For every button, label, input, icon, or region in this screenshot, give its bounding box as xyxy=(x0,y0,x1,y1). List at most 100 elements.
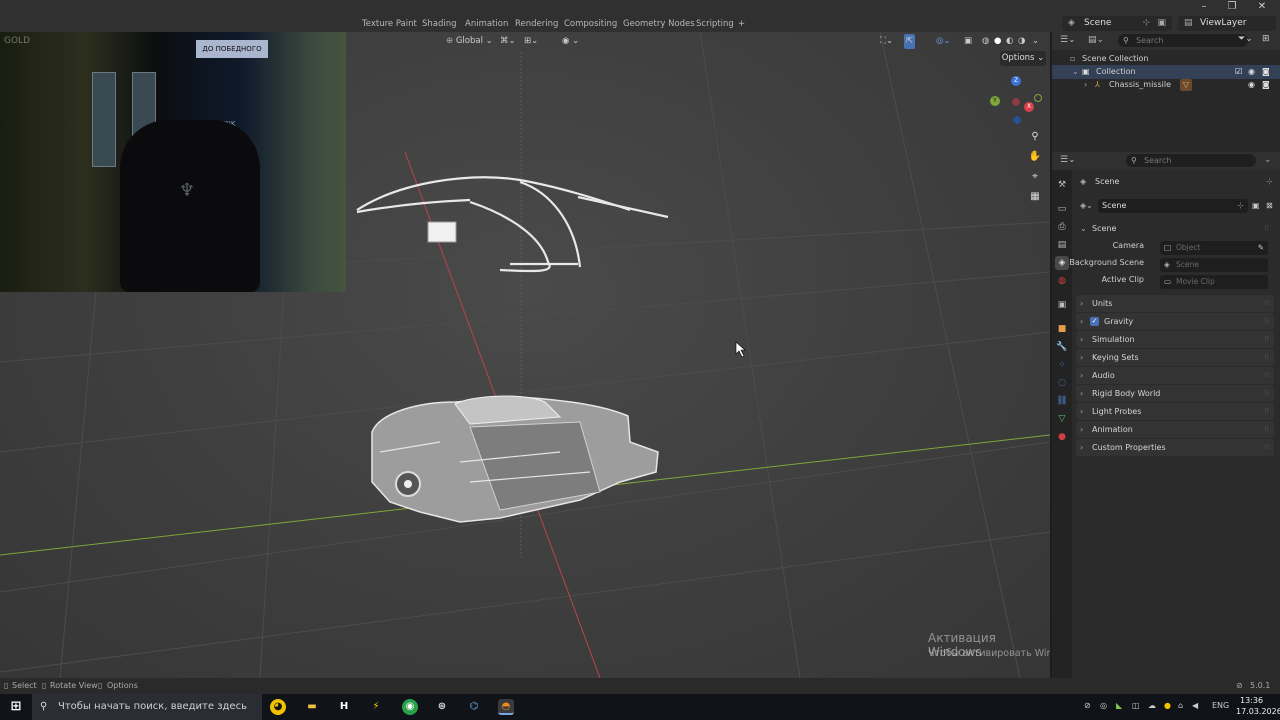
filter-icon[interactable]: ⏷⌄ xyxy=(1238,34,1253,44)
drag-handle-icon[interactable]: ⁞⁞ xyxy=(1265,367,1269,384)
new-collection-icon[interactable]: ⊞ xyxy=(1262,34,1270,44)
collection-tab-icon[interactable]: ▣ xyxy=(1055,298,1069,312)
app-bolt-icon[interactable]: ⚡ xyxy=(368,699,384,715)
render-camera-icon[interactable]: ◙ xyxy=(1262,65,1270,79)
tray-cloud-icon[interactable]: ☁ xyxy=(1148,701,1156,710)
panel-units[interactable]: › Units ⁞⁞ xyxy=(1076,295,1274,312)
scene-new-icon[interactable]: ▣ xyxy=(1157,16,1166,31)
minimize-button[interactable]: – xyxy=(1190,0,1218,14)
pin-icon[interactable]: ⊹ xyxy=(1266,174,1273,190)
scene-selector[interactable]: ◈ Scene ⊹ ▣ xyxy=(1062,16,1172,31)
visibility-eye-icon[interactable]: ◉ xyxy=(1248,78,1255,92)
modifier-tab-icon[interactable]: 🔧 xyxy=(1055,340,1069,354)
tab-compositing[interactable]: Compositing xyxy=(560,16,621,32)
outliner-row-object[interactable]: › ⅄ Chassis_missile ▽ ◉ ◙ xyxy=(1052,78,1280,92)
editor-type-icon[interactable]: ☰⌄ xyxy=(1060,155,1076,165)
tray-app-icon[interactable]: ◎ xyxy=(1100,701,1107,710)
tray-nvidia-icon[interactable]: ◣ xyxy=(1116,701,1122,710)
snap-icon[interactable]: ⊞⌄ xyxy=(524,34,538,49)
app-pacman-icon[interactable]: ◕ xyxy=(270,699,286,715)
chevron-down-icon[interactable]: ⌄ xyxy=(1264,155,1272,165)
material-tab-icon[interactable]: ● xyxy=(1055,430,1069,444)
new-scene-icon[interactable]: ▣ xyxy=(1252,198,1260,214)
scene-tab-icon[interactable]: ◈ xyxy=(1055,256,1069,270)
scene-pin-icon[interactable]: ⊹ xyxy=(1142,16,1150,31)
tray-app-icon[interactable]: ⊘ xyxy=(1084,701,1091,710)
render-tab-icon[interactable]: ▭ xyxy=(1055,202,1069,216)
view-layer-tab-icon[interactable]: ▤ xyxy=(1055,238,1069,252)
panel-simulation[interactable]: › Simulation ⁞⁞ xyxy=(1076,331,1274,348)
shading-dropdown-icon[interactable]: ⌄ xyxy=(1032,34,1039,49)
gizmo-neg-z[interactable] xyxy=(1013,116,1021,124)
blender-taskbar-icon[interactable]: ◓ xyxy=(498,699,514,715)
windows-start-icon[interactable]: ⊞ xyxy=(8,699,24,715)
tab-geometry-nodes[interactable]: Geometry Nodes xyxy=(619,16,699,32)
outliner-search-input[interactable]: ⚲ Search xyxy=(1118,34,1248,47)
expand-chevron-icon[interactable]: › xyxy=(1084,78,1087,92)
transform-orientation-dropdown[interactable]: ⊕ Global ⌄ xyxy=(446,34,493,49)
drag-handle-icon[interactable]: ⁞⁞ xyxy=(1265,313,1269,330)
app-h-icon[interactable]: H xyxy=(336,699,352,715)
volume-icon[interactable]: ◀ xyxy=(1192,701,1198,710)
gravity-checkbox[interactable]: ✓ xyxy=(1090,317,1099,326)
drag-handle-icon[interactable]: ⁞⁞ xyxy=(1265,385,1269,402)
particles-tab-icon[interactable]: ⁘ xyxy=(1055,358,1069,372)
panel-animation[interactable]: › Animation ⁞⁞ xyxy=(1076,421,1274,438)
visibility-eye-icon[interactable]: ◉ xyxy=(1248,65,1255,79)
zoom-icon[interactable]: ⚲ xyxy=(1027,129,1043,145)
viewport-options-button[interactable]: Options ⌄ xyxy=(1000,51,1046,66)
language-indicator[interactable]: ENG xyxy=(1212,701,1229,710)
tab-scripting[interactable]: Scripting xyxy=(692,16,738,32)
panel-scene-header[interactable]: ⌄ Scene ⁞⁞ xyxy=(1076,220,1274,237)
view-layer-selector[interactable]: ▤ ViewLayer xyxy=(1178,16,1276,31)
shading-solid-icon[interactable]: ● xyxy=(994,34,1001,49)
shading-rendered-icon[interactable]: ◑ xyxy=(1018,34,1025,49)
3d-viewport[interactable]: ⊕ Global ⌄ ⌘⌄ ⊞⌄ ◉ ⌄ ⛶⌄ ⇱ ◎⌄ ▣ ◍ ● ◐ ◑ ⌄… xyxy=(0,32,1050,678)
tab-texture-paint[interactable]: Texture Paint xyxy=(358,16,421,32)
add-workspace-button[interactable]: + xyxy=(734,16,749,32)
drag-handle-icon[interactable]: ⁞⁞ xyxy=(1265,439,1269,456)
display-mode-icon[interactable]: ▤⌄ xyxy=(1088,35,1104,45)
visibility-icon[interactable]: ⛶⌄ xyxy=(880,34,893,49)
editor-type-icon[interactable]: ☰⌄ xyxy=(1060,35,1076,45)
restore-button[interactable]: ❐ xyxy=(1218,0,1246,14)
pivot-icon[interactable]: ⌘⌄ xyxy=(500,34,516,49)
eyedropper-icon[interactable]: ✎ xyxy=(1258,241,1264,255)
data-tab-icon[interactable]: ▽ xyxy=(1055,412,1069,426)
overlay-toggle-icon[interactable]: ◎⌄ xyxy=(936,34,951,49)
navigation-gizmo[interactable]: Z X Y xyxy=(988,74,1044,130)
background-scene-field[interactable]: ◈ Scene xyxy=(1160,258,1268,272)
tab-rendering[interactable]: Rendering xyxy=(511,16,562,32)
gizmo-toggle-icon[interactable]: ⇱ xyxy=(904,34,916,49)
drag-handle-icon[interactable]: ⁞⁞ xyxy=(1265,331,1269,348)
tab-animation[interactable]: Animation xyxy=(461,16,512,32)
drag-handle-icon[interactable]: ⁞⁞ xyxy=(1265,220,1269,237)
tray-app-icon[interactable]: ◫ xyxy=(1132,701,1140,710)
perspective-grid-icon[interactable]: ▦ xyxy=(1027,189,1043,205)
camera-view-icon[interactable]: ⌖ xyxy=(1027,169,1043,185)
panel-custom-properties[interactable]: › Custom Properties ⁞⁞ xyxy=(1076,439,1274,456)
physics-tab-icon[interactable]: ◌ xyxy=(1055,376,1069,390)
panel-rigid-body-world[interactable]: › Rigid Body World ⁞⁞ xyxy=(1076,385,1274,402)
active-clip-field[interactable]: ▭ Movie Clip xyxy=(1160,275,1268,289)
app-circle-icon[interactable]: ⊛ xyxy=(434,699,450,715)
xray-toggle-icon[interactable]: ▣ xyxy=(964,34,972,49)
tray-app-icon[interactable]: ● xyxy=(1164,701,1171,710)
taskbar-search-input[interactable]: ⚲ Чтобы начать поиск, введите здесь запр… xyxy=(32,694,262,720)
gizmo-z-axis[interactable]: Z xyxy=(1011,76,1021,86)
pan-hand-icon[interactable]: ✋ xyxy=(1027,149,1043,165)
steam-icon[interactable]: ⌬ xyxy=(466,699,482,715)
file-explorer-icon[interactable]: ▬ xyxy=(304,699,320,715)
properties-search-input[interactable]: ⚲ Search xyxy=(1126,154,1256,167)
render-camera-icon[interactable]: ◙ xyxy=(1262,78,1270,92)
taskbar-clock-time[interactable]: 13:36 xyxy=(1240,696,1263,705)
scene-name-field[interactable]: Scene ⊹ xyxy=(1098,199,1248,213)
panel-audio[interactable]: › Audio ⁞⁞ xyxy=(1076,367,1274,384)
exclude-checkbox[interactable]: ☑ xyxy=(1235,65,1242,79)
output-tab-icon[interactable]: ⎙ xyxy=(1055,220,1069,234)
camera-field[interactable]: □ Object ✎ xyxy=(1160,241,1268,255)
outliner-row-collection[interactable]: ⌄ ▣ Collection ☑ ◉ ◙ xyxy=(1052,65,1280,79)
shading-material-icon[interactable]: ◐ xyxy=(1006,34,1013,49)
gizmo-y-axis[interactable]: Y xyxy=(990,96,1000,106)
panel-gravity[interactable]: › ✓ Gravity ⁞⁞ xyxy=(1076,313,1274,330)
